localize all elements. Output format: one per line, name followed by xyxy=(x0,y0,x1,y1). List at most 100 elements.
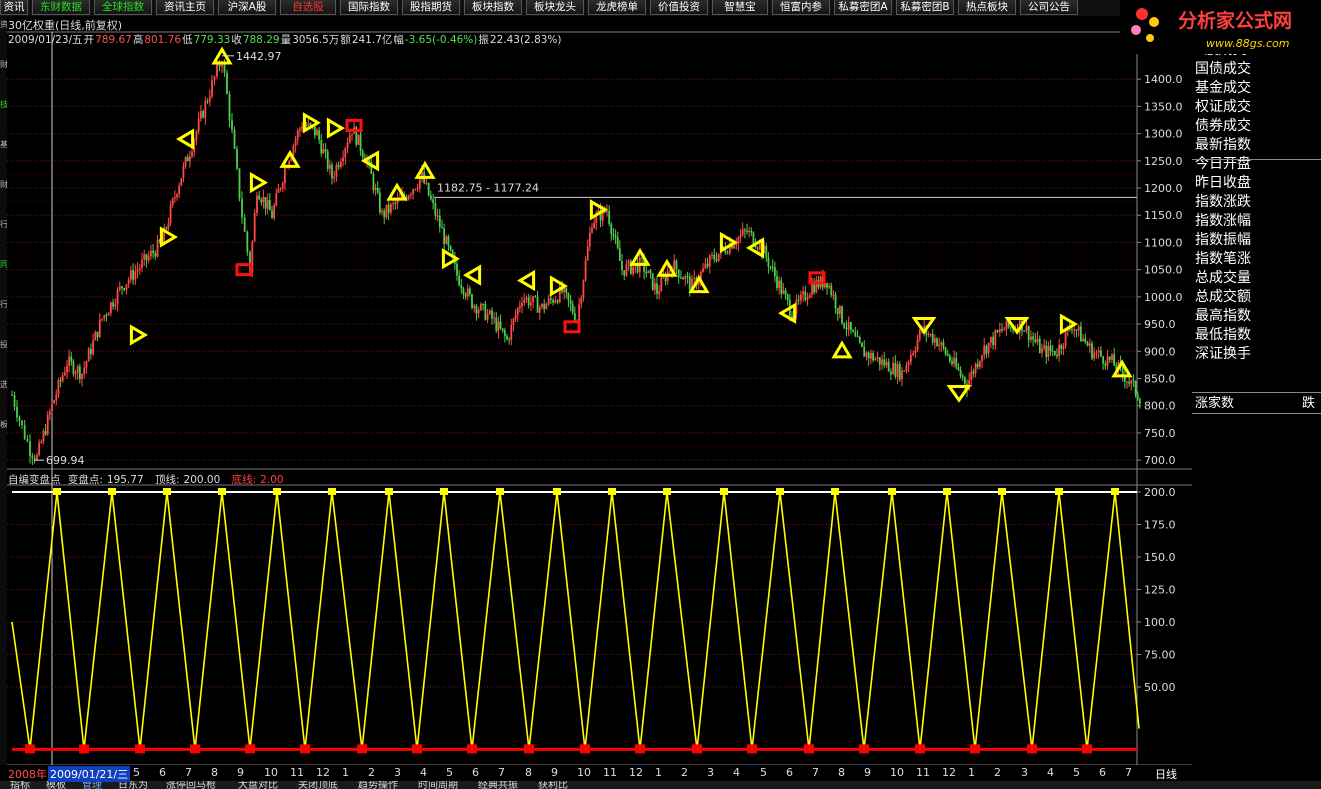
toolbar-button[interactable]: 板块指数 xyxy=(464,0,522,15)
period-label[interactable]: 日线 xyxy=(1155,766,1177,782)
bottom-tab[interactable]: 关闭顶底 xyxy=(298,781,338,789)
chart-area[interactable]: 1400.0 1350.0 1300.0 1250.0 1200.0 1150.0 1100… xyxy=(7,16,1192,766)
month-label: 5 xyxy=(133,766,140,779)
candle-body xyxy=(152,250,155,253)
candle-body xyxy=(927,334,930,336)
month-label: 7 xyxy=(1125,766,1132,779)
left-column-item[interactable]: 选股 xyxy=(0,380,7,389)
left-column-item[interactable]: 行情 xyxy=(0,220,7,229)
peak-marker xyxy=(53,488,61,495)
candle-body xyxy=(184,157,187,166)
bottom-tab[interactable]: 日东为 xyxy=(118,781,148,789)
current-date[interactable]: 2009/01/21/三 xyxy=(48,766,131,782)
candle-body xyxy=(983,345,986,356)
candle-body xyxy=(1095,352,1098,354)
left-column-item[interactable]: 行业 xyxy=(0,300,7,309)
candle-body xyxy=(845,327,848,330)
toolbar-button[interactable]: 全球指数 xyxy=(94,0,152,15)
toolbar-button[interactable]: 沪深A股 xyxy=(218,0,276,15)
toolbar-button[interactable]: 资讯 xyxy=(0,0,28,15)
candle-body xyxy=(627,260,630,265)
candle-body xyxy=(449,245,452,251)
candle-body xyxy=(1113,354,1116,366)
candle-body xyxy=(16,406,18,418)
candle-body xyxy=(782,290,785,294)
candle-body xyxy=(1036,338,1039,343)
toolbar-button[interactable]: 国际指数 xyxy=(340,0,398,15)
candle-body xyxy=(1025,325,1028,331)
candle-body xyxy=(512,318,515,325)
candle-body xyxy=(213,76,216,81)
candle-body xyxy=(132,270,135,280)
peak-marker xyxy=(1111,488,1119,495)
left-column-item[interactable]: 资讯 xyxy=(0,20,7,29)
candle-body xyxy=(686,276,689,278)
bottom-tab[interactable]: 时间周期 xyxy=(418,781,458,789)
candle-body xyxy=(253,212,256,242)
toolbar-button[interactable]: 私募密团A xyxy=(834,0,892,15)
candle-body xyxy=(1108,356,1111,360)
candle-body xyxy=(228,93,231,121)
toolbar-button[interactable]: 私募密团B xyxy=(896,0,954,15)
toolbar-button[interactable]: 板块龙头 xyxy=(526,0,584,15)
toolbar-button[interactable]: 价值投资 xyxy=(650,0,708,15)
bottom-tab[interactable]: 大盘对比 xyxy=(238,781,278,789)
bottom-tab[interactable]: 获利比 xyxy=(538,781,568,789)
indicator-p1: 195.77 xyxy=(106,474,144,486)
trough-marker xyxy=(412,744,422,754)
left-column-item[interactable]: 基本资料 xyxy=(0,140,7,149)
toolbar-button[interactable]: 公司公告 xyxy=(1020,0,1078,15)
candle-body xyxy=(586,246,589,261)
candle-body xyxy=(836,308,839,315)
bottom-tab[interactable]: 趋势操作 xyxy=(358,781,398,789)
bottom-tab[interactable]: 涨停回马枪 xyxy=(166,781,216,789)
bottom-tab[interactable]: 经典共振 xyxy=(478,781,518,789)
candle-body xyxy=(1053,350,1056,355)
left-column-item[interactable]: 财务 xyxy=(0,60,7,69)
toolbar-button[interactable]: 恒富内参 xyxy=(772,0,830,15)
candle-body xyxy=(806,297,809,300)
candle-body xyxy=(996,330,999,333)
toolbar-button[interactable]: 资讯主页 xyxy=(156,0,214,15)
candle-body xyxy=(987,342,990,354)
toolbar-button[interactable]: 智慧宝 xyxy=(712,0,768,15)
trough-marker xyxy=(580,744,590,754)
left-column-item[interactable]: 投资 xyxy=(0,340,7,349)
candle-body xyxy=(1082,338,1085,342)
candle-body xyxy=(326,151,329,169)
bottom-tab[interactable]: 管理 xyxy=(82,781,102,789)
left-column-item[interactable]: 同花顺 xyxy=(0,260,7,269)
bottom-tab[interactable]: 指标 xyxy=(10,781,30,789)
toolbar-button[interactable]: 热点板块 xyxy=(958,0,1016,15)
candle-body xyxy=(887,361,890,372)
candle-body xyxy=(141,259,143,268)
peak-marker xyxy=(831,488,839,495)
info-close: 788.29 xyxy=(242,34,280,46)
price-axis-label: 900.0 xyxy=(1144,345,1176,358)
toolbar-button[interactable]: 龙虎榜单 xyxy=(588,0,646,15)
candle-body xyxy=(623,270,626,276)
trough-marker xyxy=(692,744,702,754)
indicator-name[interactable]: 自编变盘点 xyxy=(8,474,61,486)
candle-body xyxy=(554,300,557,303)
toolbar-button[interactable]: 自选股 xyxy=(280,0,336,15)
candle-body xyxy=(279,188,282,190)
candle-body xyxy=(167,223,170,229)
candle-body xyxy=(331,164,333,179)
candle-body xyxy=(368,159,371,162)
trough-marker xyxy=(190,744,200,754)
candle-body xyxy=(1134,381,1137,395)
toolbar-button[interactable]: 股指期货 xyxy=(402,0,460,15)
candle-body xyxy=(493,317,496,319)
candle-body xyxy=(383,210,386,218)
toolbar-button[interactable]: 东财数据 xyxy=(32,0,90,15)
candle-body xyxy=(658,291,661,294)
bottom-tab[interactable]: 模板 xyxy=(46,781,66,789)
candle-body xyxy=(618,247,621,261)
left-column-item[interactable]: 板块 xyxy=(0,420,7,429)
candle-body xyxy=(165,227,168,229)
left-column-item[interactable]: 财务分析 xyxy=(0,180,7,189)
candle-body xyxy=(802,291,805,295)
left-column-item[interactable]: 技术分析 xyxy=(0,100,7,109)
info-amount: 241.7亿 xyxy=(351,34,393,46)
